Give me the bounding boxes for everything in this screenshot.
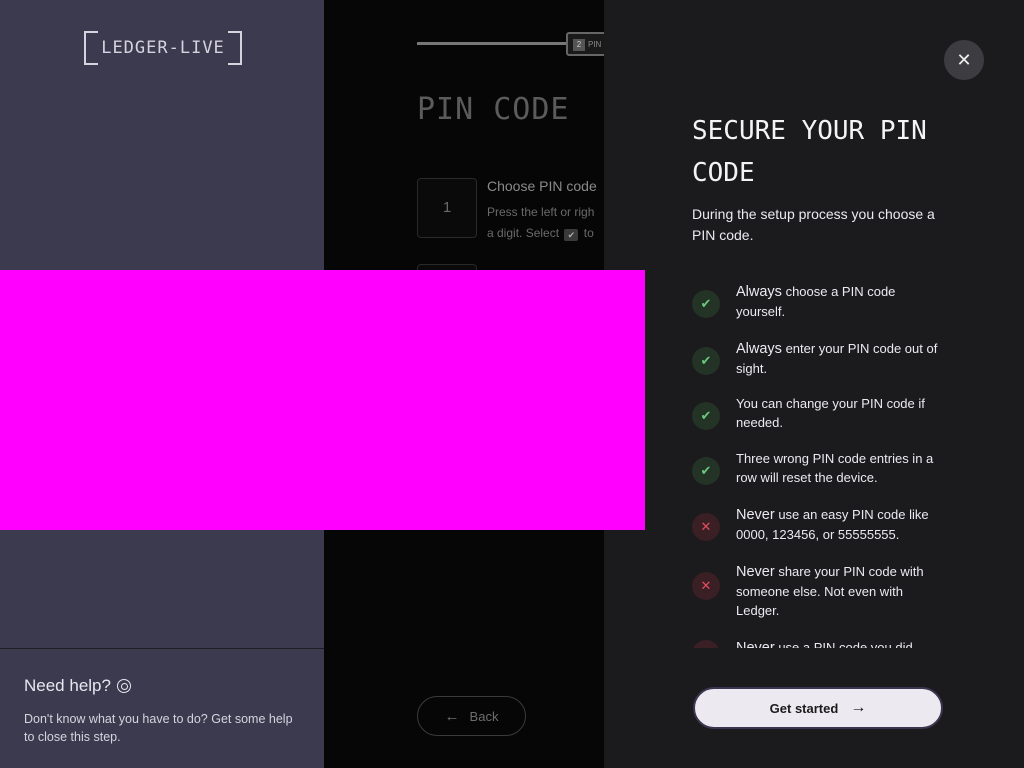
help-text: Don't know what you have to do? Get some… xyxy=(24,712,293,744)
help-title: Need help? xyxy=(24,676,111,695)
app-root: LEDGER-LIVE Need help? Don't know what y… xyxy=(0,0,1024,768)
step-badge-label: PIN xyxy=(588,40,602,49)
rule-strong: Never xyxy=(736,564,775,580)
check-button-icon: ✔ xyxy=(564,229,579,241)
cross-icon: ✕ xyxy=(692,572,720,600)
back-button-label: Back xyxy=(469,708,499,724)
rule-text: Three wrong PIN code entries in a row wi… xyxy=(736,449,942,487)
rule-body: Three wrong PIN code entries in a row wi… xyxy=(736,451,934,485)
rule-text: Always enter your PIN code out of sight. xyxy=(736,339,942,378)
check-icon: ✔ xyxy=(692,290,720,318)
step-badge-number: 2 xyxy=(573,39,585,51)
rule-text: Never share your PIN code with someone e… xyxy=(736,562,942,620)
close-icon: ✕ xyxy=(956,50,972,70)
logo-text: LEDGER-LIVE xyxy=(101,38,225,58)
rule-text: Always choose a PIN code yourself. xyxy=(736,282,942,321)
rule-strong: Never xyxy=(736,507,775,523)
rule-body: You can change your PIN code if needed. xyxy=(736,396,925,430)
step-desc-line3: to xyxy=(583,226,594,240)
rule-strong: Always xyxy=(736,341,782,357)
arrow-right-icon: → xyxy=(850,699,867,716)
cross-icon: ✕ xyxy=(692,513,720,541)
drawer-intro: During the setup process you choose a PI… xyxy=(692,206,935,243)
rule-text: Never use an easy PIN code like 0000, 12… xyxy=(736,505,942,544)
help-icon xyxy=(116,679,131,693)
get-started-button[interactable]: Get started → xyxy=(693,687,943,729)
arrow-left-icon: ← xyxy=(444,707,460,725)
step-number-box: 1 xyxy=(417,178,477,238)
check-icon: ✔ xyxy=(692,457,720,485)
page-title: PIN CODE xyxy=(417,92,570,127)
rule-text: You can change your PIN code if needed. xyxy=(736,394,942,432)
pin-rules-list: ✔ Always choose a PIN code yourself. ✔ A… xyxy=(692,276,952,648)
rule-strong: Always xyxy=(736,284,782,300)
check-icon: ✔ xyxy=(692,402,720,430)
cross-icon: ✕ xyxy=(692,640,720,648)
back-button[interactable]: ← Back xyxy=(417,696,526,736)
close-button[interactable]: ✕ xyxy=(944,40,984,80)
redaction-block xyxy=(0,270,645,530)
drawer-title: SECURE YOUR PIN CODE xyxy=(692,116,927,188)
step-desc-line2: a digit. Select xyxy=(487,226,560,240)
rule-body: use a PIN code you did xyxy=(778,640,913,648)
get-started-label: Get started xyxy=(769,700,839,716)
check-icon: ✔ xyxy=(692,347,720,375)
step-desc-line1: Press the left or righ xyxy=(487,205,595,219)
step-title: Choose PIN code xyxy=(487,178,597,194)
rule-strong: Never xyxy=(736,640,775,648)
help-panel: Need help? Don't know what you have to d… xyxy=(0,648,324,768)
rule-text: Never use a PIN code you did xyxy=(736,638,942,648)
ledger-live-logo: LEDGER-LIVE xyxy=(84,31,242,65)
progress-bar xyxy=(417,42,567,45)
logo-bracket-right xyxy=(228,31,242,65)
step-description: Press the left or righ a digit. Select ✔… xyxy=(487,202,604,244)
pin-info-drawer: ✕ SECURE YOUR PIN CODE During the setup … xyxy=(604,0,1024,768)
help-title-row[interactable]: Need help? xyxy=(24,676,300,696)
step-badge: 2 PIN xyxy=(566,32,604,56)
